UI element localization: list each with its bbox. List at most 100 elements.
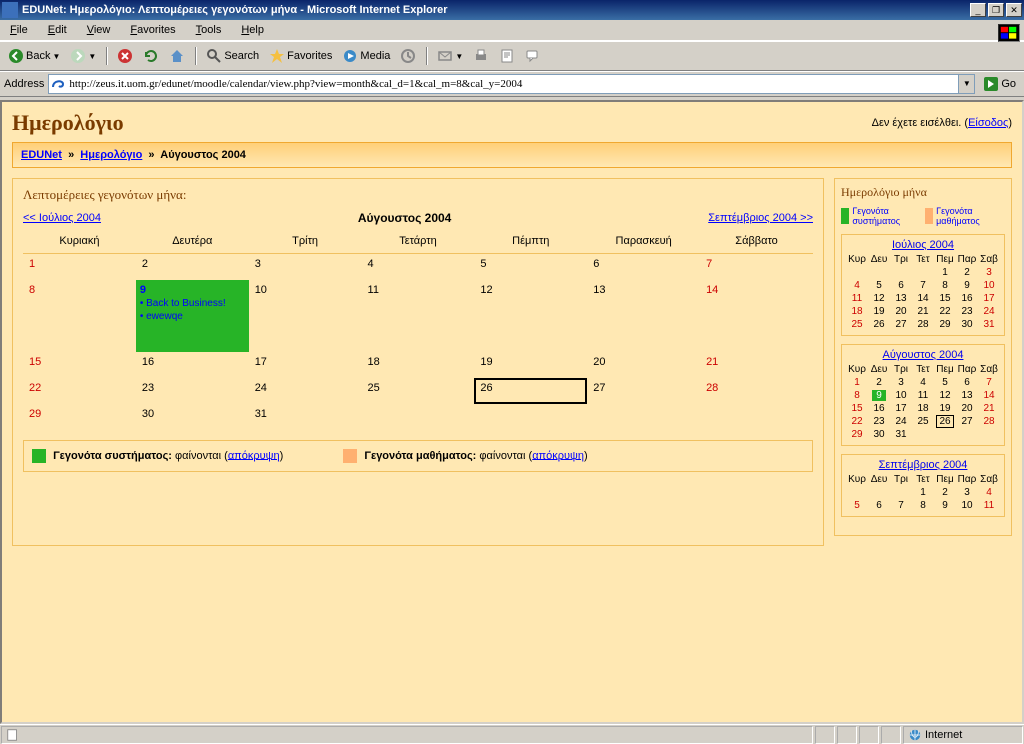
minical-day[interactable]: 13 (890, 292, 912, 305)
minical-day[interactable]: 16 (868, 402, 890, 415)
minical-day[interactable]: 25 (846, 318, 868, 331)
minical-day[interactable]: 24 (978, 305, 1000, 318)
minical-day[interactable]: 1 (934, 266, 956, 279)
prev-month-link[interactable]: << Ιούλιος 2004 (23, 212, 101, 224)
minical-day[interactable]: 12 (934, 389, 956, 402)
minical-day[interactable]: 29 (934, 318, 956, 331)
cal-day[interactable]: 23 (136, 378, 249, 404)
menu-favorites[interactable]: Favorites (124, 22, 181, 38)
mail-button[interactable]: ▼ (433, 46, 467, 66)
minical-day[interactable]: 3 (956, 486, 978, 499)
stop-button[interactable] (113, 46, 137, 66)
breadcrumb-calendar[interactable]: Ημερολόγιο (80, 149, 142, 161)
cal-day[interactable]: 14 (700, 280, 813, 352)
minical-day[interactable]: 18 (912, 402, 934, 415)
minical-day[interactable]: 7 (978, 376, 1000, 389)
cal-day-event[interactable]: 9 Back to Business! ewewqe (136, 280, 249, 352)
cal-day[interactable]: 19 (474, 352, 587, 378)
cal-day-today[interactable]: 26 (474, 378, 587, 404)
minical-day[interactable]: 15 (934, 292, 956, 305)
menu-view[interactable]: View (81, 22, 117, 38)
next-month-link[interactable]: Σεπτέμβριος 2004 >> (708, 212, 813, 224)
search-button[interactable]: Search (202, 46, 263, 66)
minical-day[interactable]: 17 (978, 292, 1000, 305)
minical-day[interactable]: 31 (978, 318, 1000, 331)
minical-day[interactable]: 25 (912, 415, 934, 428)
cal-day[interactable]: 24 (249, 378, 362, 404)
minical-day[interactable]: 5 (934, 376, 956, 389)
cal-day[interactable]: 27 (587, 378, 700, 404)
minical-day[interactable]: 21 (978, 402, 1000, 415)
minical-day[interactable]: 10 (978, 279, 1000, 292)
cal-day[interactable]: 5 (474, 254, 587, 280)
cal-day[interactable]: 13 (587, 280, 700, 352)
refresh-button[interactable] (139, 46, 163, 66)
minical-day[interactable]: 20 (890, 305, 912, 318)
minical-day[interactable]: 11 (978, 499, 1000, 512)
minical-day[interactable]: 6 (956, 376, 978, 389)
minical-day[interactable]: 14 (912, 292, 934, 305)
minical-day[interactable]: 4 (978, 486, 1000, 499)
cal-day[interactable]: 29 (23, 404, 136, 430)
minical-day[interactable]: 27 (890, 318, 912, 331)
media-button[interactable]: Media (338, 46, 394, 66)
address-input[interactable] (48, 74, 959, 94)
minical-day[interactable]: 9 (868, 389, 890, 402)
cal-day[interactable]: 7 (700, 254, 813, 280)
minical-day[interactable]: 20 (956, 402, 978, 415)
minical-day[interactable]: 16 (956, 292, 978, 305)
print-button[interactable] (469, 46, 493, 66)
minical-day[interactable]: 26 (934, 415, 956, 428)
minical-day[interactable]: 28 (978, 415, 1000, 428)
minical-day[interactable]: 21 (912, 305, 934, 318)
minical-day[interactable]: 28 (912, 318, 934, 331)
minical-day[interactable]: 7 (890, 499, 912, 512)
login-link[interactable]: Είσοδος (968, 117, 1008, 129)
minical-day[interactable]: 6 (868, 499, 890, 512)
minical-day[interactable]: 8 (846, 389, 868, 402)
close-button[interactable]: ✕ (1006, 3, 1022, 17)
forward-button[interactable]: ▼ (66, 46, 100, 66)
cal-day[interactable]: 8 (23, 280, 136, 352)
minical-day[interactable]: 14 (978, 389, 1000, 402)
minical-day[interactable]: 22 (846, 415, 868, 428)
minical-day[interactable]: 3 (890, 376, 912, 389)
event-link[interactable]: ewewqe (140, 311, 245, 322)
minical-day[interactable]: 24 (890, 415, 912, 428)
cal-day[interactable]: 2 (136, 254, 249, 280)
minical-day[interactable]: 6 (890, 279, 912, 292)
minical-day[interactable]: 15 (846, 402, 868, 415)
cal-day[interactable]: 11 (362, 280, 475, 352)
minical-day[interactable]: 2 (868, 376, 890, 389)
cal-day[interactable]: 22 (23, 378, 136, 404)
cal-day[interactable]: 25 (362, 378, 475, 404)
minical-day[interactable]: 27 (956, 415, 978, 428)
history-button[interactable] (396, 46, 420, 66)
minical-day[interactable]: 9 (934, 499, 956, 512)
minical-day[interactable]: 11 (846, 292, 868, 305)
minical-day[interactable]: 19 (868, 305, 890, 318)
minical-day[interactable]: 31 (890, 428, 912, 441)
minical-day[interactable]: 30 (868, 428, 890, 441)
cal-day[interactable]: 4 (362, 254, 475, 280)
address-dropdown[interactable]: ▼ (959, 74, 975, 94)
cal-day[interactable]: 12 (474, 280, 587, 352)
home-button[interactable] (165, 46, 189, 66)
cal-day[interactable]: 20 (587, 352, 700, 378)
hide-sys-link[interactable]: απόκρυψη (228, 449, 280, 461)
minical-day[interactable]: 11 (912, 389, 934, 402)
cal-day[interactable]: 21 (700, 352, 813, 378)
minical-title-link[interactable]: Αύγουστος 2004 (883, 349, 964, 361)
discuss-button[interactable] (521, 46, 545, 66)
favorites-button[interactable]: Favorites (265, 46, 336, 66)
cal-day[interactable]: 28 (700, 378, 813, 404)
minical-day[interactable]: 19 (934, 402, 956, 415)
minical-day[interactable]: 4 (912, 376, 934, 389)
minical-day[interactable]: 1 (846, 376, 868, 389)
cal-day[interactable]: 31 (249, 404, 362, 430)
minical-day[interactable]: 7 (912, 279, 934, 292)
event-link[interactable]: Back to Business! (140, 298, 245, 309)
minical-title-link[interactable]: Ιούλιος 2004 (892, 239, 954, 251)
minical-day[interactable]: 5 (846, 499, 868, 512)
cal-day[interactable]: 10 (249, 280, 362, 352)
